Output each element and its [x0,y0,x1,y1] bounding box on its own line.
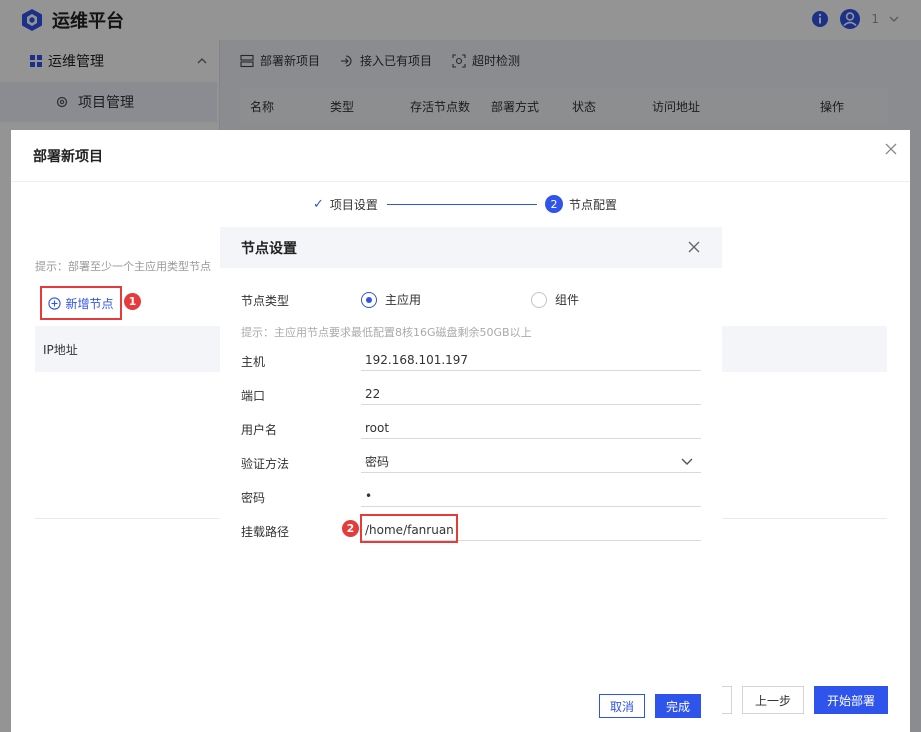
mount-path-highlight [360,514,458,543]
close-icon[interactable] [884,142,898,156]
node-config-hint: 提示：主应用节点要求最低配置8核16G磁盘剩余50GB以上 [241,326,532,339]
host-input[interactable] [361,349,701,371]
node-type-component-radio[interactable]: 组件 [531,291,579,308]
check-icon: ✓ [313,197,324,212]
radio-unchecked-icon [531,291,547,308]
auth-method-value: 密码 [365,455,390,469]
step-indicator: ✓ 项目设置 2 节点配置 [11,194,910,214]
annotation-badge-1: 1 [124,293,141,310]
auth-method-label: 验证方法 [241,457,290,471]
port-input[interactable] [361,383,701,405]
annotation-badge-2: 2 [342,520,359,537]
node-settings-dialog: 节点设置 节点类型 主应用 组件 提示：主应用节点要求最低配置8核16G磁盘剩余… [220,227,722,732]
step-number: 2 [545,195,563,213]
mount-path-label: 挂载路径 [241,525,290,539]
node-dialog-header: 节点设置 [220,227,722,268]
step-label: 项目设置 [329,198,378,212]
confirm-button[interactable]: 完成 [654,694,701,718]
port-label: 端口 [241,389,266,403]
step-label: 节点配置 [569,197,618,212]
start-deploy-button[interactable]: 开始部署 [813,686,888,714]
close-icon[interactable] [688,241,700,253]
node-type-main-app-radio[interactable]: 主应用 [361,291,421,308]
cancel-button[interactable]: 取消 [598,694,645,718]
step-project-settings: ✓ 项目设置 [313,196,378,213]
username-label: 用户名 [241,423,278,437]
deploy-dialog-title: 部署新项目 [11,130,910,182]
add-node-button[interactable]: 新增节点 [40,286,122,320]
radio-checked-icon [361,291,377,308]
node-dialog-footer: 取消 完成 [598,694,701,718]
node-type-label: 节点类型 [241,294,290,308]
auth-method-select[interactable]: 密码 [361,451,701,473]
add-node-label: 新增节点 [65,296,114,311]
step-connector [387,204,537,205]
password-input[interactable] [361,485,701,507]
chevron-down-icon [681,458,693,465]
node-dialog-title: 节点设置 [241,240,297,257]
step-node-config: 2 节点配置 [545,195,617,213]
previous-step-button[interactable]: 上一步 [741,686,804,714]
username-input[interactable] [361,417,701,439]
plus-circle-icon [48,296,62,310]
radio-label: 组件 [555,293,580,307]
host-label: 主机 [241,355,266,369]
deploy-dialog-footer: 消 上一步 开始部署 [701,686,888,714]
deploy-hint: 提示：部署至少一个主应用类型节点 [35,260,211,273]
password-label: 密码 [241,491,266,505]
radio-label: 主应用 [385,293,422,307]
